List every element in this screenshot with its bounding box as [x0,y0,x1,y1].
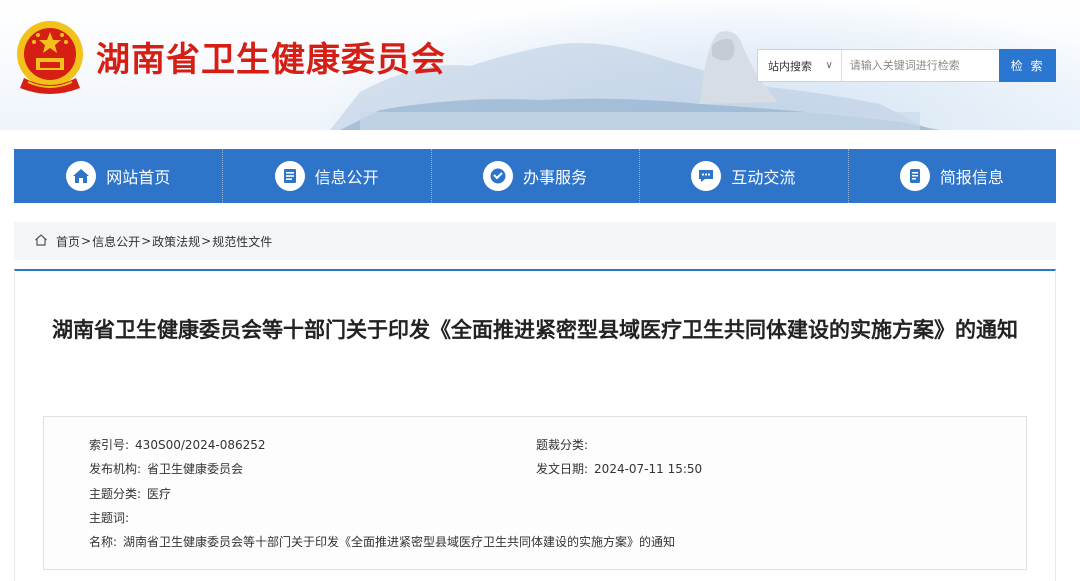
meta-publisher: 发布机构: 省卫生健康委员会 [89,460,243,477]
breadcrumb-separator: > [81,234,92,248]
bulletin-icon [899,161,930,191]
meta-genre: 题裁分类: [536,436,594,453]
meta-label: 发文日期: [536,462,589,476]
breadcrumb-item-info-disclosure[interactable]: 信息公开 [92,233,140,250]
meta-label: 索引号: [89,438,130,452]
nav-item-label: 互动交流 [731,168,796,187]
meta-value: 湖南省卫生健康委员会等十部门关于印发《全面推进紧密型县域医疗卫生共同体建设的实施… [123,535,676,549]
chat-icon [691,161,722,191]
nav-item-services[interactable]: 办事服务 [430,149,639,203]
document-list-icon [274,161,305,191]
breadcrumb-item-normative-docs[interactable]: 规范性文件 [212,233,272,250]
site-header: 湖南省卫生健康委员会 站内搜索 ∨ 检 索 [0,0,1080,130]
meta-value: 2024-07-11 15:50 [594,462,703,476]
nav-item-bulletin[interactable]: 简报信息 [847,149,1056,203]
meta-label: 主题分类: [89,487,142,501]
meta-label: 名称: [89,535,118,549]
nav-item-interaction[interactable]: 互动交流 [639,149,847,203]
site-search: 站内搜索 ∨ 检 索 [757,49,1057,82]
national-emblem-icon [17,21,83,94]
search-scope-label: 站内搜索 [768,59,812,73]
nav-item-label: 简报信息 [939,168,1004,187]
meta-value: 省卫生健康委员会 [147,462,244,476]
nav-item-info-disclosure[interactable]: 信息公开 [222,149,430,203]
meta-topic: 主题分类: 医疗 [89,485,171,502]
meta-value: 医疗 [147,487,172,501]
search-button[interactable]: 检 索 [999,49,1057,82]
nav-item-home[interactable]: 网站首页 [14,149,222,203]
breadcrumb-item-policy[interactable]: 政策法规 [152,233,200,250]
meta-label: 发布机构: [89,462,142,476]
meta-date: 发文日期: 2024-07-11 15:50 [536,460,702,477]
search-input[interactable] [841,50,1000,81]
meta-name: 名称: 湖南省卫生健康委员会等十部门关于印发《全面推进紧密型县域医疗卫生共同体建设… [89,533,675,550]
meta-index: 索引号: 430S00/2024-086252 [89,436,266,453]
home-icon [66,161,97,191]
meta-keywords: 主题词: [89,509,135,526]
breadcrumb-item-home[interactable]: 首页 [56,233,80,250]
nav-item-label: 办事服务 [523,168,588,187]
service-icon [483,161,513,191]
breadcrumb-separator: > [201,234,212,248]
meta-label: 主题词: [89,511,130,525]
home-outline-icon [34,233,48,250]
article-meta-box: 索引号: 430S00/2024-086252 题裁分类: 发布机构: 省卫生健康委… [43,416,1027,570]
site-title: 湖南省卫生健康委员会 [96,40,446,80]
main-nav: 网站首页 信息公开 办事服务 互动交流 简报信息 [14,149,1056,203]
meta-value: 430S00/2024-086252 [135,438,266,452]
article-panel: 湖南省卫生健康委员会等十部门关于印发《全面推进紧密型县域医疗卫生共同体建设的实施… [14,269,1056,581]
nav-item-label: 网站首页 [106,168,171,187]
search-scope-select[interactable]: 站内搜索 ∨ [758,50,842,81]
chevron-down-icon: ∨ [825,60,833,71]
breadcrumb: 首页 > 信息公开 > 政策法规 > 规范性文件 [14,222,1056,260]
meta-label: 题裁分类: [536,438,589,452]
breadcrumb-separator: > [141,234,152,248]
article-title: 湖南省卫生健康委员会等十部门关于印发《全面推进紧密型县域医疗卫生共同体建设的实施… [52,318,1018,342]
nav-item-label: 信息公开 [314,168,379,187]
